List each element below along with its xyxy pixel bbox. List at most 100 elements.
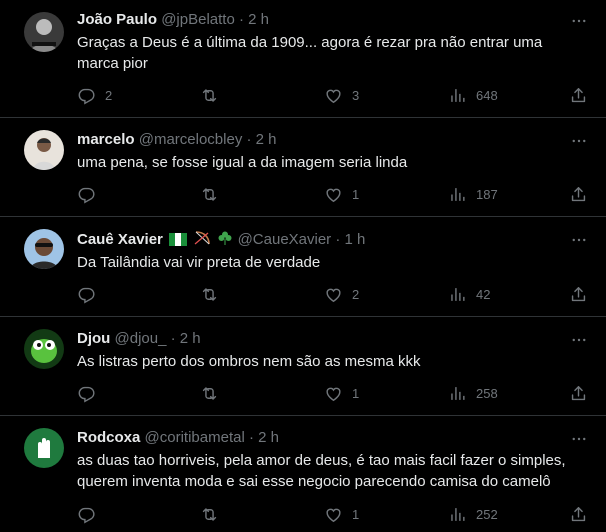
tweet-text: Graças a Deus é a última da 1909... agor… <box>77 34 543 72</box>
avatar[interactable] <box>24 130 64 170</box>
avatar[interactable] <box>24 428 64 468</box>
tweet[interactable]: Cauê Xavier @CaueXavier · 1 h Da Tailând… <box>0 217 606 317</box>
more-icon[interactable] <box>570 331 588 349</box>
like-count: 3 <box>352 88 360 103</box>
action-bar: 1 258 <box>0 384 606 404</box>
tweet[interactable]: Rodcoxa @coritibametal · 2 h as duas tao… <box>0 416 606 532</box>
share-icon <box>569 384 588 403</box>
share-button[interactable] <box>569 384 588 403</box>
like-button[interactable]: 3 <box>324 86 359 105</box>
reply-feed: João Paulo @jpBelatto · 2 h Graças a Deu… <box>0 0 606 532</box>
avatar[interactable] <box>24 229 64 269</box>
views-button[interactable]: 42 <box>448 285 490 304</box>
share-button[interactable] <box>569 185 588 204</box>
username[interactable]: @jpBelatto <box>161 11 235 28</box>
heart-icon <box>324 384 343 403</box>
like-button[interactable]: 1 <box>324 185 359 204</box>
view-count: 258 <box>476 386 498 401</box>
display-name[interactable]: Cauê Xavier <box>77 231 163 248</box>
display-name[interactable]: marcelo <box>77 131 135 148</box>
reply-button[interactable] <box>77 185 105 204</box>
timestamp[interactable]: 2 h <box>256 131 277 148</box>
tweet-text: as duas tao horriveis, pela amor de deus… <box>77 452 566 490</box>
reply-button[interactable] <box>77 505 105 524</box>
separator: · <box>170 330 176 347</box>
avatar[interactable] <box>24 12 64 52</box>
view-count: 42 <box>476 287 491 302</box>
view-count: 648 <box>476 88 498 103</box>
reply-icon <box>77 285 96 304</box>
like-count: 2 <box>352 287 360 302</box>
views-button[interactable]: 187 <box>448 185 498 204</box>
bow-and-arrow-icon <box>193 230 211 252</box>
retweet-icon <box>200 185 219 204</box>
username[interactable]: @marcelocbley <box>139 131 243 148</box>
reply-button[interactable]: 2 <box>77 86 112 105</box>
heart-icon <box>324 185 343 204</box>
tweet[interactable]: Djou @djou_ · 2 h As listras perto dos o… <box>0 317 606 416</box>
username[interactable]: @coritibametal <box>145 429 245 446</box>
like-button[interactable]: 1 <box>324 505 359 524</box>
share-icon <box>569 285 588 304</box>
heart-icon <box>324 285 343 304</box>
display-name[interactable]: Rodcoxa <box>77 429 140 446</box>
share-icon <box>569 505 588 524</box>
view-count: 252 <box>476 507 498 522</box>
reply-icon <box>77 384 96 403</box>
tweet-text: Da Tailândia vai vir preta de verdade <box>77 254 321 271</box>
share-button[interactable] <box>569 285 588 304</box>
like-button[interactable]: 2 <box>324 285 359 304</box>
retweet-button[interactable] <box>200 185 228 204</box>
share-button[interactable] <box>569 505 588 524</box>
more-icon[interactable] <box>570 231 588 249</box>
action-bar: 1 252 <box>0 505 606 525</box>
avatar[interactable] <box>24 329 64 369</box>
display-name[interactable]: Djou <box>77 330 110 347</box>
like-count: 1 <box>352 187 360 202</box>
action-bar: 2 3 648 <box>0 86 606 106</box>
reply-icon <box>77 185 96 204</box>
more-icon[interactable] <box>570 430 588 448</box>
views-button[interactable]: 648 <box>448 86 498 105</box>
retweet-icon <box>200 285 219 304</box>
share-icon <box>569 185 588 204</box>
shamrock-icon <box>217 230 233 252</box>
retweet-button[interactable] <box>200 384 228 403</box>
reply-icon <box>77 86 96 105</box>
retweet-button[interactable] <box>200 285 228 304</box>
retweet-icon <box>200 384 219 403</box>
reply-button[interactable] <box>77 285 105 304</box>
username[interactable]: @djou_ <box>115 330 167 347</box>
views-button[interactable]: 258 <box>448 384 498 403</box>
separator: · <box>238 11 244 28</box>
display-name[interactable]: João Paulo <box>77 11 157 28</box>
timestamp[interactable]: 1 h <box>345 231 366 248</box>
more-icon[interactable] <box>570 132 588 150</box>
timestamp[interactable]: 2 h <box>248 11 269 28</box>
retweet-button[interactable] <box>200 505 228 524</box>
reply-icon <box>77 505 96 524</box>
retweet-button[interactable] <box>200 86 228 105</box>
timestamp[interactable]: 2 h <box>180 330 201 347</box>
retweet-icon <box>200 505 219 524</box>
share-button[interactable] <box>569 86 588 105</box>
views-button[interactable]: 252 <box>448 505 498 524</box>
timestamp[interactable]: 2 h <box>258 429 279 446</box>
views-icon <box>448 185 467 204</box>
views-icon <box>448 285 467 304</box>
tweet[interactable]: João Paulo @jpBelatto · 2 h Graças a Deu… <box>0 0 606 118</box>
view-count: 187 <box>476 187 498 202</box>
separator: · <box>246 131 252 148</box>
like-count: 1 <box>352 507 360 522</box>
tweet-text: As listras perto dos ombros nem são as m… <box>77 353 421 370</box>
action-bar: 1 187 <box>0 185 606 205</box>
reply-button[interactable] <box>77 384 105 403</box>
like-button[interactable]: 1 <box>324 384 359 403</box>
action-bar: 2 42 <box>0 285 606 305</box>
separator: · <box>335 231 341 248</box>
separator: · <box>248 429 254 446</box>
tweet[interactable]: marcelo @marcelocbley · 2 h uma pena, se… <box>0 118 606 217</box>
share-icon <box>569 86 588 105</box>
more-icon[interactable] <box>570 12 588 30</box>
username[interactable]: @CaueXavier <box>238 231 332 248</box>
